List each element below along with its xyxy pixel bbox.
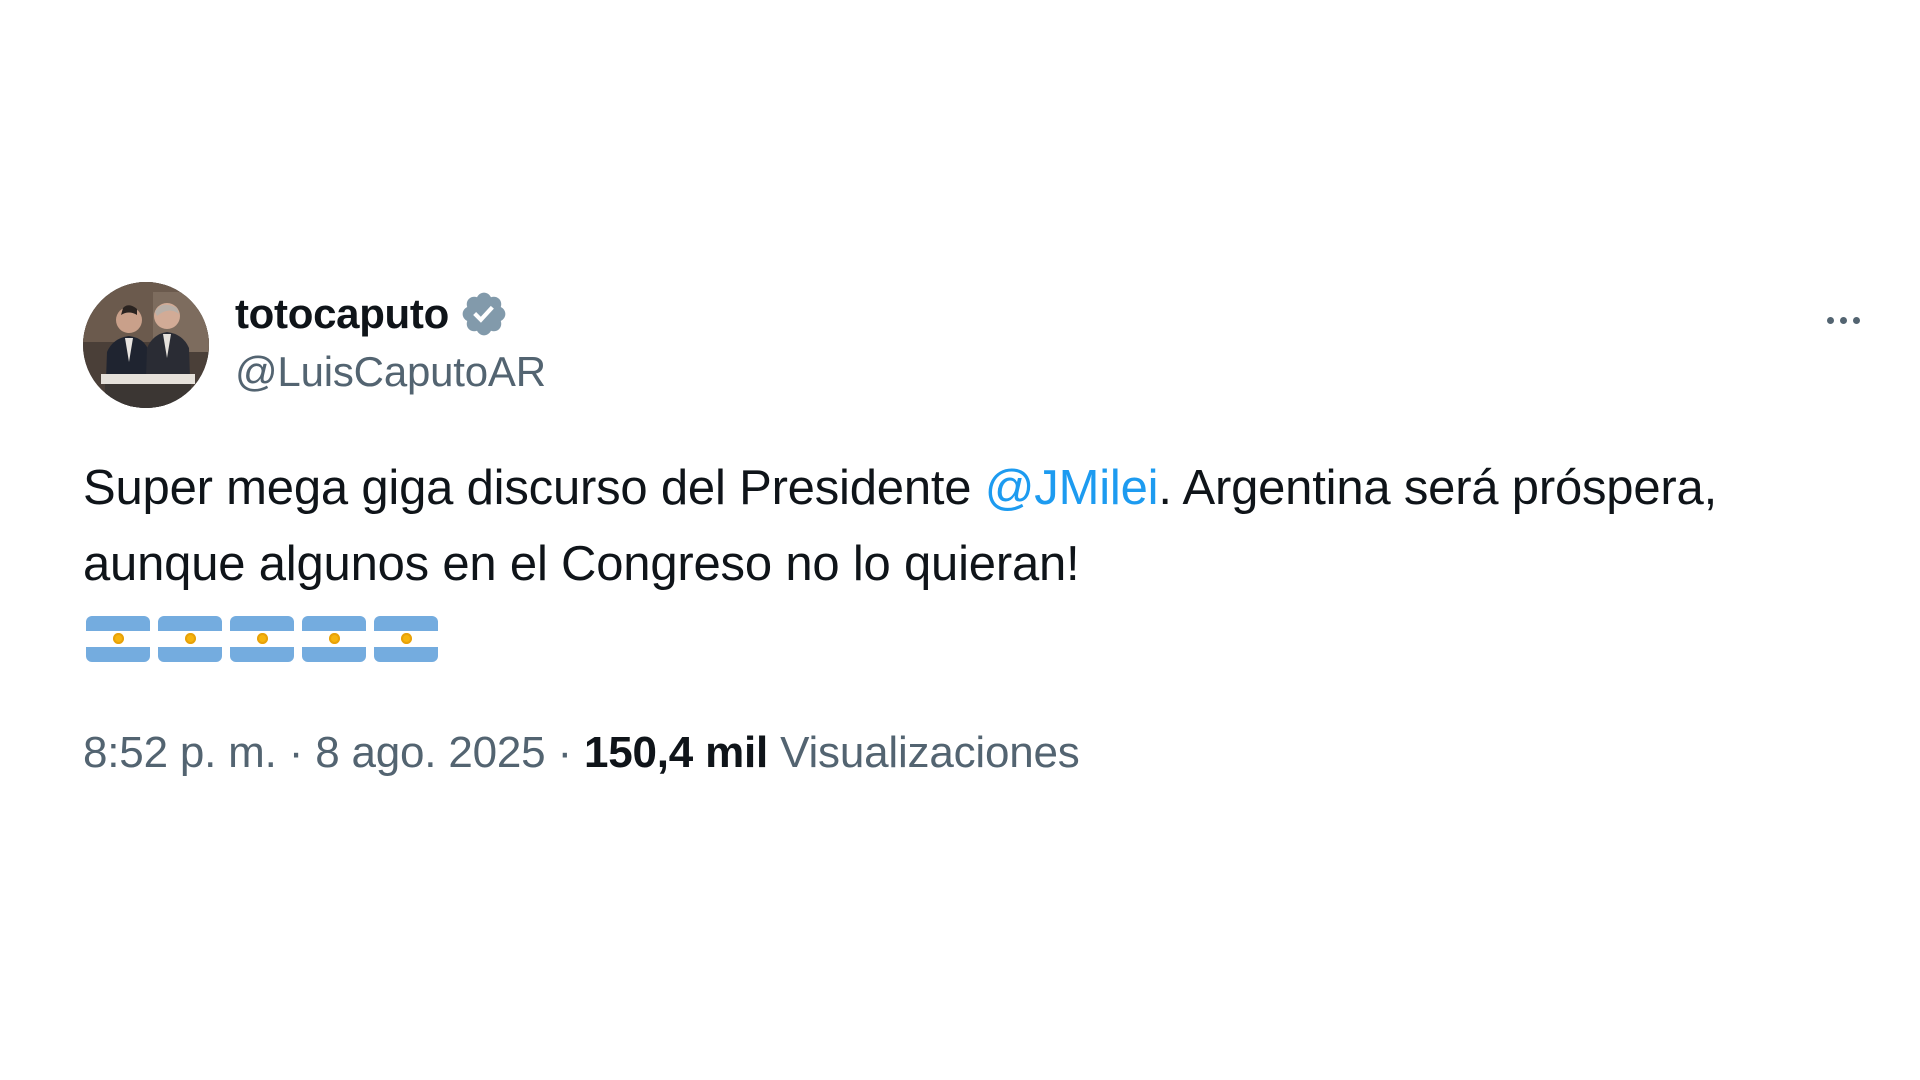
more-dot — [1839, 316, 1847, 324]
tweet-text: Super mega giga discurso del Presidente … — [83, 450, 1723, 602]
verified-badge-icon — [459, 289, 509, 339]
flag-emoji-row — [86, 616, 1873, 662]
tweet-time: 8:52 p. m. — [83, 728, 277, 777]
tweet-timestamp-link[interactable]: 8:52 p. m. · 8 ago. 2025 — [83, 728, 546, 777]
more-options-icon[interactable] — [1813, 300, 1873, 340]
tweet-meta: 8:52 p. m. · 8 ago. 2025 · 150,4 mil Vis… — [83, 728, 1873, 778]
argentina-flag-icon — [302, 616, 366, 662]
tweet-header: totocaputo @LuisCaputoAR — [83, 282, 1873, 408]
avatar-photo — [83, 282, 209, 408]
argentina-flag-icon — [86, 616, 150, 662]
more-dot — [1826, 316, 1834, 324]
meta-separator: · — [288, 728, 304, 777]
meta-separator: · — [557, 728, 572, 777]
argentina-flag-icon — [158, 616, 222, 662]
views-count: 150,4 mil — [583, 728, 769, 777]
display-name[interactable]: totocaputo — [235, 290, 449, 338]
argentina-flag-icon — [374, 616, 438, 662]
more-dot — [1852, 316, 1860, 324]
author-names: totocaputo @LuisCaputoAR — [235, 286, 546, 396]
tweet-card: totocaputo @LuisCaputoAR Super mega giga… — [83, 282, 1873, 778]
mention-link[interactable]: @JMilei — [985, 461, 1159, 515]
tweet-date: 8 ago. 2025 — [315, 728, 546, 777]
avatar[interactable] — [83, 282, 209, 408]
display-name-row: totocaputo — [235, 286, 546, 342]
views-label: Visualizaciones — [780, 728, 1080, 777]
argentina-flag-icon — [230, 616, 294, 662]
user-handle[interactable]: @LuisCaputoAR — [235, 348, 546, 396]
tweet-text-part1: Super mega giga discurso del Presidente — [83, 461, 985, 515]
